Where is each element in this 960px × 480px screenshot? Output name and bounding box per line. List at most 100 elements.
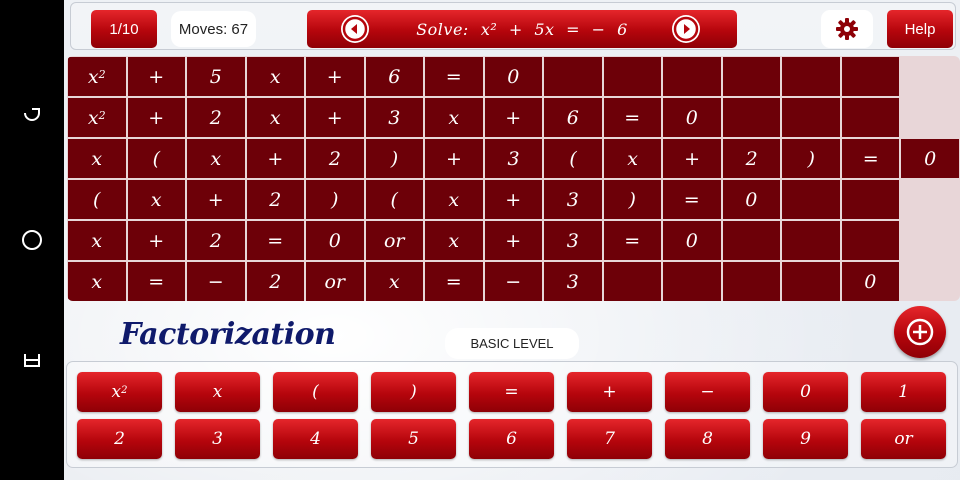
grid-cell[interactable]	[603, 57, 661, 96]
key-1-1[interactable]: 3	[175, 419, 260, 459]
grid-cell[interactable]: 3	[365, 98, 423, 137]
grid-cell[interactable]: x	[425, 98, 483, 137]
grid-cell[interactable]: 3	[484, 139, 543, 178]
grid-cell[interactable]: +	[663, 139, 721, 178]
add-row-button[interactable]	[894, 306, 946, 358]
key-1-8[interactable]: or	[861, 419, 946, 459]
grid-cell[interactable]: +	[425, 139, 483, 178]
key-0-4[interactable]: =	[469, 372, 554, 412]
grid-cell[interactable]: x	[425, 221, 483, 260]
grid-cell[interactable]: x	[68, 221, 126, 260]
grid-cell[interactable]: )	[306, 180, 364, 219]
grid-cell[interactable]: +	[127, 57, 185, 96]
grid-cell[interactable]	[722, 57, 780, 96]
grid-cell[interactable]	[722, 221, 780, 260]
next-button[interactable]	[672, 15, 700, 43]
grid-cell[interactable]: 0	[722, 180, 780, 219]
grid-cell[interactable]: =	[425, 262, 483, 301]
back-icon[interactable]	[20, 350, 44, 374]
grid-cell[interactable]: (	[127, 139, 186, 178]
grid-cell[interactable]	[544, 57, 602, 96]
grid-cell[interactable]: x2	[68, 57, 126, 96]
grid-cell[interactable]: 0	[663, 98, 721, 137]
grid-cell[interactable]	[663, 262, 721, 301]
grid-cell[interactable]: +	[127, 98, 185, 137]
grid-cell[interactable]: or	[306, 262, 364, 301]
grid-cell[interactable]: 2	[306, 139, 364, 178]
grid-cell[interactable]	[782, 57, 840, 96]
grid-cell[interactable]	[603, 262, 661, 301]
key-1-7[interactable]: 9	[763, 419, 848, 459]
settings-button[interactable]	[821, 10, 873, 48]
grid-cell[interactable]: −	[187, 262, 245, 301]
grid-cell[interactable]: 3	[544, 221, 602, 260]
grid-cell[interactable]: +	[306, 57, 364, 96]
grid-cell[interactable]: x	[246, 57, 304, 96]
grid-cell[interactable]: +	[187, 180, 245, 219]
grid-cell[interactable]	[722, 262, 780, 301]
grid-cell[interactable]: −	[484, 262, 542, 301]
key-1-2[interactable]: 4	[273, 419, 358, 459]
grid-cell[interactable]: (	[365, 180, 423, 219]
help-button[interactable]: Help	[887, 10, 953, 48]
grid-cell[interactable]: x	[68, 262, 126, 301]
grid-cell[interactable]	[782, 262, 840, 301]
grid-cell[interactable]	[841, 180, 899, 219]
grid-cell[interactable]: 0	[901, 139, 959, 178]
key-0-3[interactable]: )	[371, 372, 456, 412]
grid-cell[interactable]: 2	[187, 98, 245, 137]
key-1-6[interactable]: 8	[665, 419, 750, 459]
grid-cell[interactable]: =	[425, 57, 483, 96]
grid-cell[interactable]: 5	[187, 57, 245, 96]
key-0-8[interactable]: 1	[861, 372, 946, 412]
grid-cell[interactable]	[782, 221, 840, 260]
home-icon[interactable]	[20, 228, 44, 252]
key-1-3[interactable]: 5	[371, 419, 456, 459]
key-1-4[interactable]: 6	[469, 419, 554, 459]
grid-cell[interactable]: )	[782, 139, 840, 178]
grid-cell[interactable]: 2	[246, 180, 304, 219]
grid-cell[interactable]: =	[603, 221, 661, 260]
grid-cell[interactable]: x	[127, 180, 185, 219]
grid-cell[interactable]: +	[484, 221, 542, 260]
previous-button[interactable]	[341, 15, 369, 43]
key-0-5[interactable]: +	[567, 372, 652, 412]
grid-cell[interactable]: (	[544, 139, 602, 178]
grid-cell[interactable]	[722, 98, 780, 137]
grid-cell[interactable]: +	[484, 98, 542, 137]
grid-cell[interactable]: x	[365, 262, 423, 301]
grid-cell[interactable]: 2	[722, 139, 781, 178]
grid-cell[interactable]: 0	[841, 262, 899, 301]
grid-cell[interactable]	[841, 221, 899, 260]
key-1-5[interactable]: 7	[567, 419, 652, 459]
grid-cell[interactable]	[841, 98, 899, 137]
grid-cell[interactable]: or	[365, 221, 423, 260]
key-0-7[interactable]: 0	[763, 372, 848, 412]
key-0-0[interactable]: x2	[77, 372, 162, 412]
grid-cell[interactable]: 0	[663, 221, 721, 260]
grid-cell[interactable]: +	[484, 180, 542, 219]
key-0-1[interactable]: x	[175, 372, 260, 412]
grid-cell[interactable]: +	[246, 139, 305, 178]
grid-cell[interactable]: (	[68, 180, 126, 219]
grid-cell[interactable]: 0	[484, 57, 542, 96]
grid-cell[interactable]: =	[127, 262, 185, 301]
grid-cell[interactable]: x	[68, 139, 126, 178]
grid-cell[interactable]: )	[365, 139, 424, 178]
grid-cell[interactable]: 3	[544, 180, 602, 219]
grid-cell[interactable]	[782, 98, 840, 137]
grid-cell[interactable]: +	[127, 221, 185, 260]
grid-cell[interactable]: x2	[68, 98, 126, 137]
recent-apps-icon[interactable]	[20, 105, 44, 129]
grid-cell[interactable]: =	[246, 221, 304, 260]
grid-cell[interactable]: x	[246, 98, 304, 137]
grid-cell[interactable]: x	[603, 139, 662, 178]
grid-cell[interactable]	[782, 180, 840, 219]
grid-cell[interactable]: x	[425, 180, 483, 219]
grid-cell[interactable]: =	[663, 180, 721, 219]
grid-cell[interactable]	[841, 57, 899, 96]
grid-cell[interactable]	[663, 57, 721, 96]
grid-cell[interactable]: =	[841, 139, 900, 178]
grid-cell[interactable]: =	[603, 98, 661, 137]
grid-cell[interactable]: 3	[544, 262, 602, 301]
